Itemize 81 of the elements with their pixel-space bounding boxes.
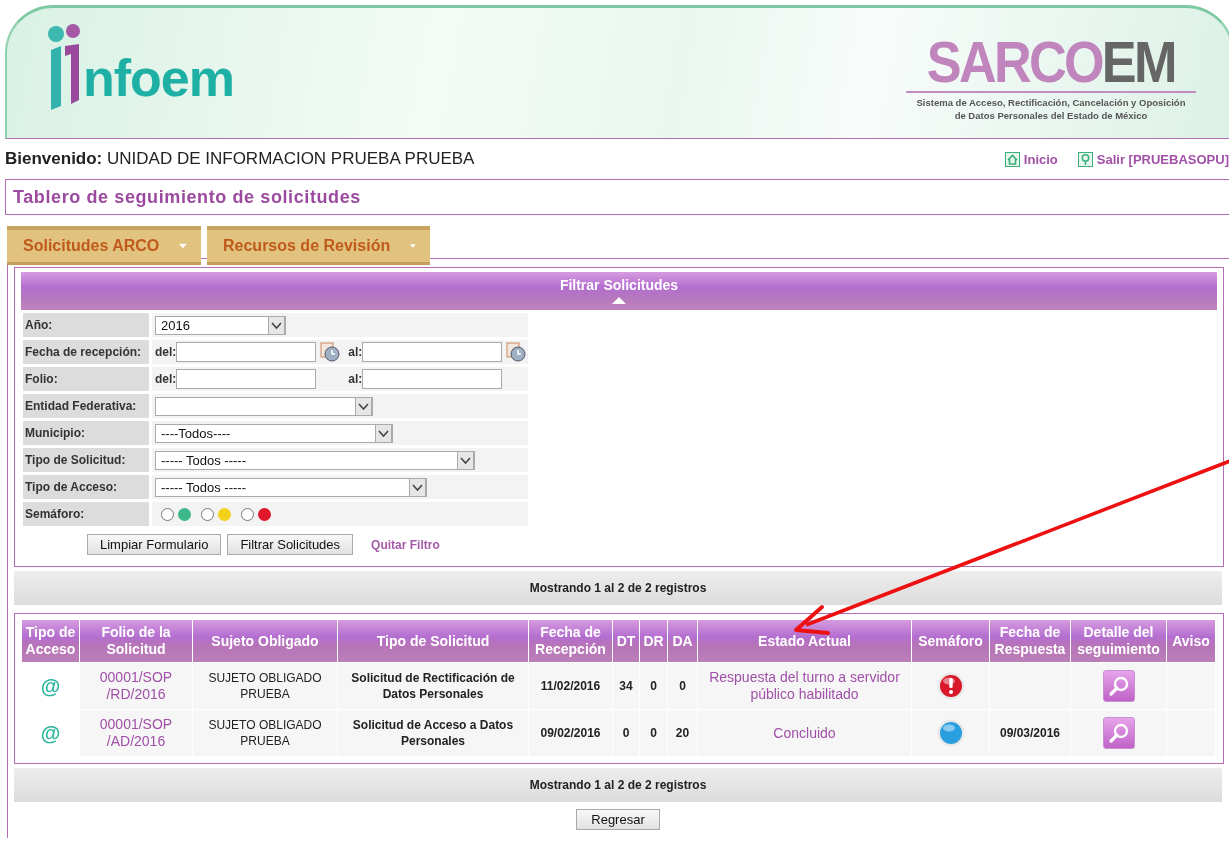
table-cell: 0 (613, 710, 639, 756)
field-label: Entidad Federativa: (23, 394, 149, 418)
field-label: del: (155, 345, 177, 359)
table-cell: 09/03/2016 (990, 710, 1070, 756)
field-label: del: (155, 372, 177, 386)
dropdown[interactable] (155, 396, 373, 416)
clear-filter-link[interactable]: Quitar Filtro (371, 537, 440, 552)
column-header: Tipo de Solicitud (338, 620, 528, 662)
text-input[interactable] (176, 342, 317, 362)
magnifier-icon (1107, 675, 1130, 697)
up-triangle-icon (612, 297, 626, 304)
caret-icon (410, 243, 416, 249)
column-header: DT (613, 620, 639, 662)
radio-button[interactable] (161, 507, 174, 521)
table-cell: SUJETO OBLIGADO PRUEBA (193, 663, 337, 709)
column-header: Aviso (1167, 620, 1215, 662)
dropdown[interactable]: ----- Todos ----- (155, 450, 475, 470)
field-label: Fecha de recepción: (23, 340, 149, 364)
text-input[interactable] (362, 342, 503, 362)
status-text: Concluido (698, 710, 911, 756)
key-icon (1077, 151, 1093, 167)
house-icon (1004, 151, 1020, 167)
field-label: al: (348, 372, 363, 386)
field-label: Folio: (23, 367, 149, 391)
magnifier-icon (1107, 722, 1130, 744)
welcome-text: Bienvenido: UNIDAD DE INFORMACION PRUEBA PRUEBA (5, 149, 475, 169)
person-figure-icon (47, 24, 81, 110)
text-input[interactable] (176, 369, 317, 389)
back-button[interactable]: Regresar (576, 809, 660, 830)
table-cell: 09/02/2016 (529, 710, 612, 756)
field-label: al: (348, 345, 363, 359)
logo-text: SARCOEM (927, 34, 1175, 90)
field-label: Municipio: (23, 421, 149, 445)
table-cell: 0 (640, 710, 667, 756)
nav-link[interactable]: Inicio (1004, 151, 1058, 167)
column-header: Sujeto Obligado (193, 620, 337, 662)
table-cell: Solicitud de Rectificación de Datos Personales (338, 663, 528, 709)
table-cell: 0 (640, 663, 667, 709)
column-header: Fecha de Respuesta (990, 620, 1070, 662)
table-cell: 34 (613, 663, 639, 709)
field-label: Tipo de Acceso: (23, 475, 149, 499)
radio-button[interactable] (241, 507, 254, 521)
filter-header[interactable]: Filtrar Solicitudes (21, 272, 1217, 310)
table-cell: 0 (668, 663, 697, 709)
column-header: Fecha de Recepción (529, 620, 612, 662)
detail-button[interactable] (1102, 670, 1135, 702)
column-header: DA (668, 620, 697, 662)
field-label: Tipo de Solicitud: (23, 448, 149, 472)
table-cell: SUJETO OBLIGADO PRUEBA (193, 710, 337, 756)
menu-tab[interactable]: Recursos de Revisión (207, 226, 430, 265)
column-header: Tipo de Acceso (22, 620, 79, 662)
status-text: Respuesta del turno a servidor público habilitado (698, 663, 911, 709)
table-cell: Solicitud de Acceso a Datos Personales (338, 710, 528, 756)
dropdown[interactable]: ----Todos---- (155, 423, 393, 443)
column-header: Detalle del seguimiento (1071, 620, 1166, 662)
form-button[interactable]: Filtrar Solicitudes (227, 534, 354, 555)
dropdown[interactable]: 2016 (155, 315, 286, 335)
folio-link[interactable]: 00001/SOP /AD/2016 (80, 710, 192, 756)
table-cell: 20 (668, 710, 697, 756)
text-input[interactable] (362, 369, 503, 389)
dropdown[interactable]: ----- Todos ----- (155, 477, 427, 497)
column-header: Folio de la Solicitud (80, 620, 192, 662)
page-title: Tablero de seguimiento de solicitudes (13, 186, 361, 208)
logo-subtitle: Sistema de Acceso, Rectificación, Cancelación y Oposición (916, 96, 1186, 110)
logo-subtitle: de Datos Personales del Estado de México (954, 109, 1148, 123)
menu-tab[interactable]: Solicitudes ARCO (7, 226, 201, 265)
caret-icon (179, 243, 187, 249)
field-label: Año: (23, 313, 149, 337)
logo-text: nfoem (83, 52, 234, 104)
field-label: Semáforo: (23, 502, 149, 526)
column-header: Estado Actual (698, 620, 911, 662)
folio-link[interactable]: 00001/SOP /RD/2016 (80, 663, 192, 709)
detail-button[interactable] (1102, 717, 1135, 749)
form-button[interactable]: Limpiar Formulario (87, 534, 222, 555)
records-summary: Mostrando 1 al 2 de 2 registros (14, 571, 1222, 605)
records-summary: Mostrando 1 al 2 de 2 registros (14, 768, 1222, 802)
table-cell: 11/02/2016 (529, 663, 612, 709)
column-header: DR (640, 620, 667, 662)
nav-link[interactable]: Salir [PRUEBASOPU] (1077, 151, 1229, 167)
column-header: Semáforo (912, 620, 989, 662)
radio-button[interactable] (201, 507, 214, 521)
